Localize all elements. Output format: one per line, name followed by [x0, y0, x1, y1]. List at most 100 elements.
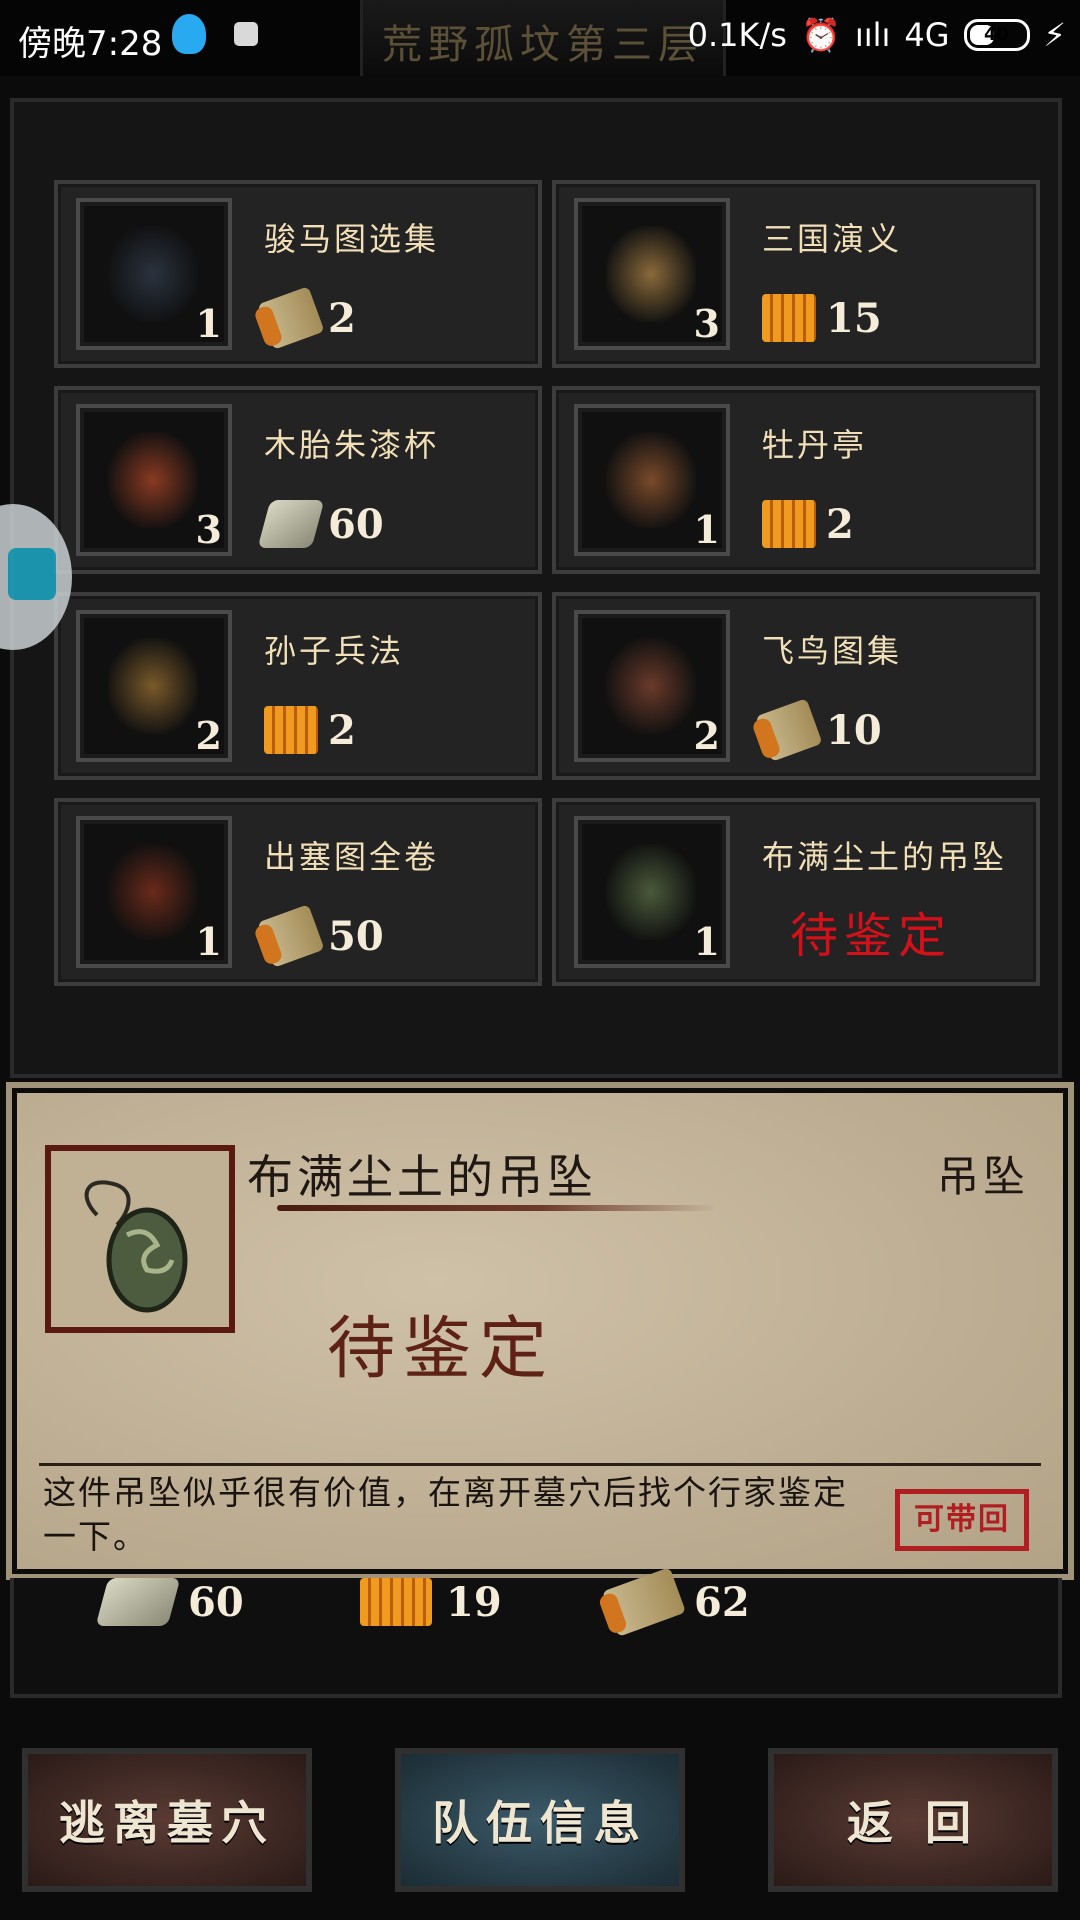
- total-item: 19: [360, 1578, 502, 1626]
- item-name: 骏马图选集: [264, 220, 440, 258]
- item-art-icon: [606, 638, 696, 734]
- inventory-grid: 1 骏马图选集 2 3 三国演义 15 3 木胎朱漆杯 60 1 牡丹亭 2 2 孙子兵法 2 2 飞鸟图集 10…: [54, 180, 1040, 986]
- status-bar: 傍晚7:28 荒野孤坟第三层 0.1K/s ⏰ ıılı 4G 40 ⚡: [0, 0, 1080, 76]
- escape-tomb-button[interactable]: 逃离墓穴: [22, 1748, 312, 1892]
- cash-icon: [95, 1578, 181, 1626]
- inventory-slot[interactable]: 2 孙子兵法 2: [54, 592, 542, 780]
- book-icon: [360, 1578, 432, 1626]
- item-icon: 1: [574, 404, 730, 556]
- item-title: 布满尘土的吊坠: [247, 1150, 597, 1204]
- divider: [39, 1463, 1041, 1466]
- alarm-icon: ⏰: [800, 16, 841, 54]
- item-icon: 1: [574, 816, 730, 968]
- item-price: 60: [257, 500, 384, 548]
- inventory-slot[interactable]: 1 出塞图全卷 50: [54, 798, 542, 986]
- item-name: 飞鸟图集: [762, 632, 903, 670]
- total-value: 19: [446, 1578, 502, 1626]
- item-icon: 1: [76, 198, 232, 350]
- cash-icon: [257, 500, 325, 548]
- item-price: 15: [762, 294, 882, 342]
- item-icon: 3: [76, 404, 232, 556]
- scroll-icon: [257, 286, 325, 350]
- carry-back-stamp: 可带回: [895, 1489, 1029, 1551]
- title-underline: [277, 1205, 717, 1211]
- item-icon: 1: [76, 816, 232, 968]
- item-price-value: 2: [328, 294, 356, 342]
- location-title: 荒野孤坟第三层: [360, 0, 726, 76]
- item-price-value: 60: [328, 500, 384, 548]
- item-icon: 2: [76, 610, 232, 762]
- signal-icon: ıılı: [854, 16, 891, 54]
- item-price-value: 10: [826, 706, 882, 754]
- total-value: 60: [188, 1578, 244, 1626]
- item-name: 三国演义: [762, 220, 903, 258]
- item-thumbnail: [45, 1145, 235, 1333]
- item-name: 孙子兵法: [264, 632, 405, 670]
- book-icon: [264, 706, 318, 754]
- inventory-slot[interactable]: 1 布满尘土的吊坠待鉴定: [552, 798, 1040, 986]
- item-price: 2: [264, 706, 356, 754]
- item-description: 这件吊坠似乎很有价值，在离开墓穴后找个行家鉴定一下。: [43, 1473, 848, 1556]
- item-icon: 3: [574, 198, 730, 350]
- battery-icon: 40: [963, 19, 1030, 51]
- item-count: 3: [693, 301, 720, 346]
- item-count: 2: [693, 713, 720, 758]
- item-count: 2: [195, 713, 222, 758]
- clock: 傍晚7:28: [18, 24, 163, 64]
- charging-icon: ⚡: [1043, 16, 1066, 54]
- item-price-value: 50: [328, 912, 384, 960]
- scroll-icon: [755, 698, 823, 762]
- inventory-slot[interactable]: 1 牡丹亭 2: [552, 386, 1040, 574]
- inventory-slot[interactable]: 3 三国演义 15: [552, 180, 1040, 368]
- network-speed: 0.1K/s: [687, 16, 787, 54]
- item-art-icon: [108, 432, 198, 528]
- item-price-value: 2: [328, 706, 356, 754]
- item-art-icon: [606, 432, 696, 528]
- item-art-icon: [606, 844, 696, 940]
- item-name: 布满尘土的吊坠: [762, 838, 1008, 876]
- team-info-button[interactable]: 队伍信息: [395, 1748, 685, 1892]
- inventory-slot[interactable]: 3 木胎朱漆杯 60: [54, 386, 542, 574]
- item-type: 吊坠: [936, 1152, 1029, 1201]
- inventory-slot[interactable]: 1 骏马图选集 2: [54, 180, 542, 368]
- book-icon: [762, 500, 816, 548]
- network-type: 4G: [904, 16, 950, 54]
- inventory-slot[interactable]: 2 飞鸟图集 10: [552, 592, 1040, 780]
- book-icon: [762, 294, 816, 342]
- item-art-icon: [108, 226, 198, 322]
- item-count: 1: [195, 301, 222, 346]
- item-price-value: 2: [826, 500, 854, 548]
- item-name: 出塞图全卷: [264, 838, 440, 876]
- item-name: 牡丹亭: [762, 426, 868, 464]
- item-count: 3: [195, 507, 222, 552]
- total-value: 62: [694, 1578, 750, 1626]
- item-price: 2: [762, 500, 854, 548]
- qq-icon: [172, 14, 206, 54]
- item-name: 木胎朱漆杯: [264, 426, 440, 464]
- item-count: 1: [693, 919, 720, 964]
- item-pending-appraisal: 待鉴定: [790, 908, 953, 964]
- status-right: 0.1K/s ⏰ ıılı 4G 40 ⚡: [688, 16, 1066, 54]
- appraisal-status: 待鉴定: [327, 1310, 556, 1389]
- back-button[interactable]: 返 回: [768, 1748, 1058, 1892]
- item-count: 1: [693, 507, 720, 552]
- pendant-icon: [84, 1180, 188, 1313]
- total-item: 62: [601, 1567, 750, 1637]
- item-price: 2: [257, 286, 356, 350]
- item-icon: 2: [574, 610, 730, 762]
- scroll-icon: [257, 904, 325, 968]
- scroll-icon: [601, 1567, 687, 1637]
- item-art-icon: [108, 638, 198, 734]
- totals-bar: 60 19 62: [10, 1567, 1062, 1698]
- item-art-icon: [606, 226, 696, 322]
- item-price-value: 15: [826, 294, 882, 342]
- item-detail-popup: 布满尘土的吊坠 吊坠 待鉴定 这件吊坠似乎很有价值，在离开墓穴后找个行家鉴定一下…: [12, 1088, 1068, 1574]
- item-art-icon: [108, 844, 198, 940]
- inventory-panel: 1 骏马图选集 2 3 三国演义 15 3 木胎朱漆杯 60 1 牡丹亭 2 2 孙子兵法 2 2 飞鸟图集 10…: [10, 98, 1062, 1078]
- item-price: 50: [257, 904, 384, 968]
- item-count: 1: [195, 919, 222, 964]
- total-item: 60: [95, 1578, 244, 1626]
- item-price: 10: [755, 698, 882, 762]
- assistant-icon: [8, 548, 56, 600]
- notification-icon: [234, 22, 258, 46]
